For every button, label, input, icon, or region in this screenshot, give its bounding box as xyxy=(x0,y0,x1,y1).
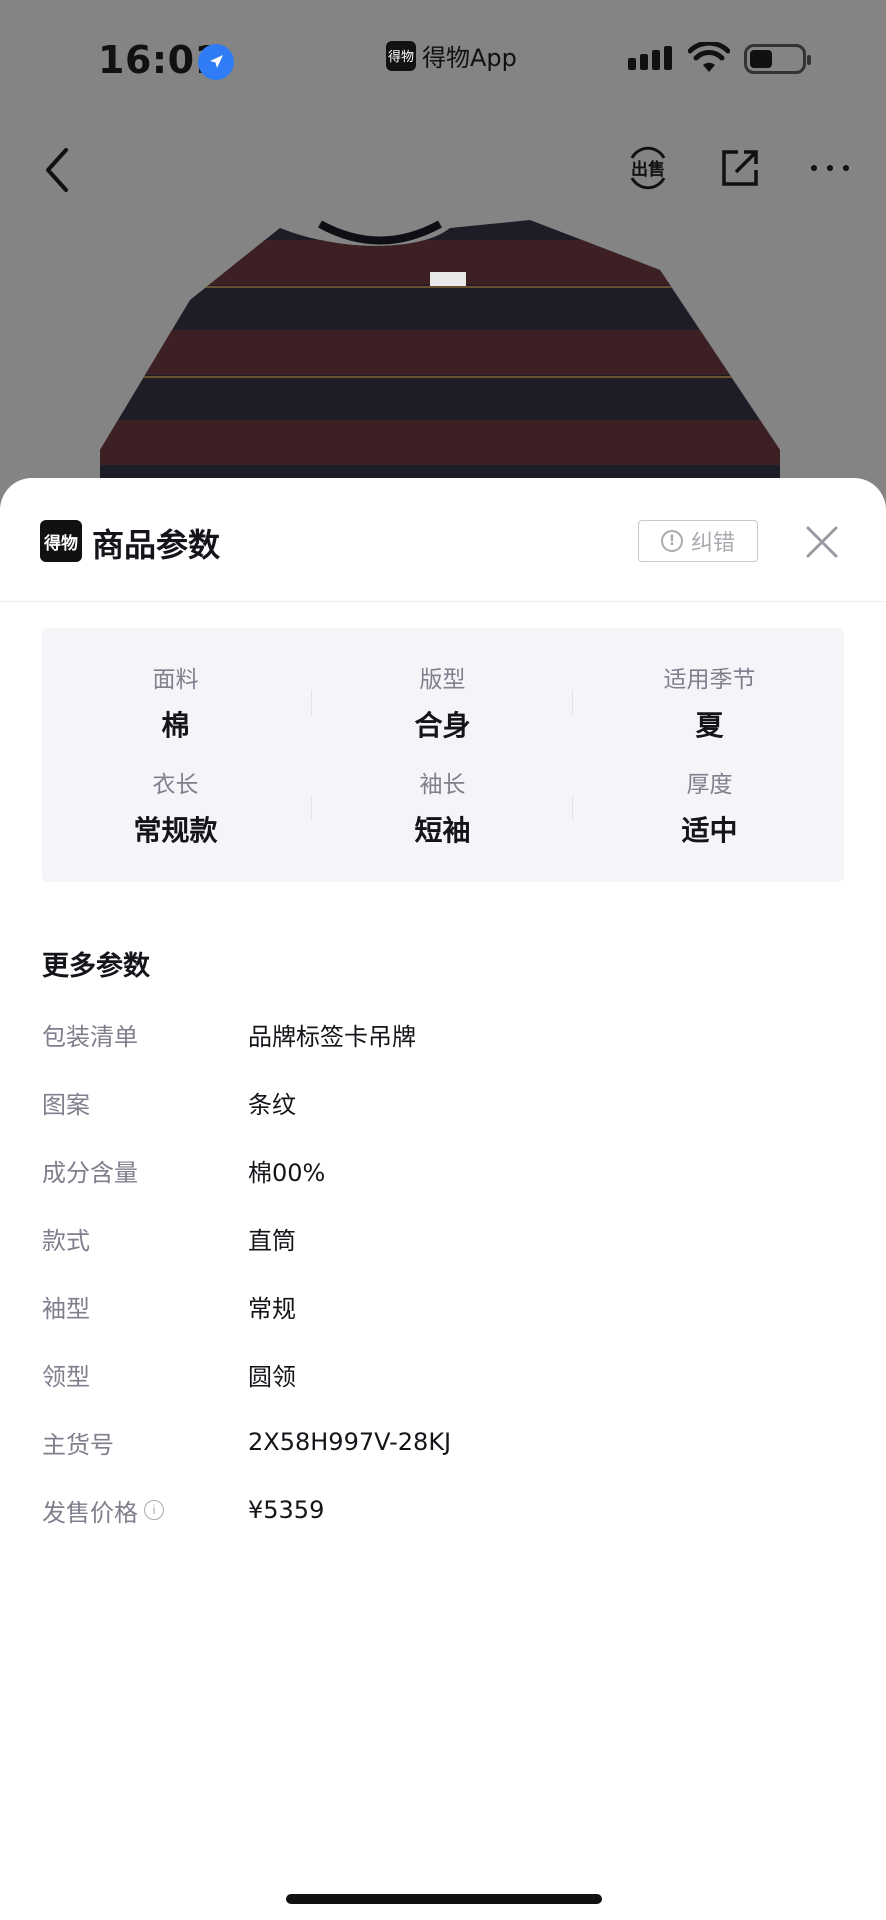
product-image xyxy=(100,220,780,490)
close-icon[interactable] xyxy=(804,524,840,560)
status-bar: 16:01 得物 得物App xyxy=(0,0,886,120)
app-logo-icon: 得物 xyxy=(386,40,416,71)
spec-row: 领型 圆领 xyxy=(42,1354,842,1394)
info-icon[interactable]: i xyxy=(144,1500,164,1520)
app-name: 得物App xyxy=(422,44,517,72)
sheet-header: 得物 商品参数 ! 纠错 xyxy=(0,478,886,602)
param-label: 衣长 xyxy=(152,772,199,798)
spec-row: 图案 条纹 xyxy=(42,1082,842,1122)
spec-key: 主货号 xyxy=(42,1430,114,1459)
signal-icon xyxy=(628,46,672,70)
param-value: 棉 xyxy=(161,709,190,742)
param-value: 短袖 xyxy=(414,814,471,847)
spec-key: 袖型 xyxy=(42,1294,90,1323)
param-item: 袖长 短袖 xyxy=(309,765,576,849)
param-value: 常规款 xyxy=(133,814,218,847)
report-error-label: 纠错 xyxy=(690,531,735,556)
location-arrow-icon xyxy=(198,44,234,80)
more-params-title: 更多参数 xyxy=(42,951,150,982)
param-label: 厚度 xyxy=(686,772,733,798)
spec-key: 图案 xyxy=(42,1090,90,1119)
brand-logo-icon: 得物 xyxy=(40,520,82,562)
product-params-sheet: 得物 商品参数 ! 纠错 面料 棉 版型 合身 适用季节 夏 衣长 常规款 袖长… xyxy=(0,478,886,1920)
more-icon[interactable] xyxy=(806,144,854,192)
spec-row: 款式 直筒 xyxy=(42,1218,842,1258)
param-value: 合身 xyxy=(414,709,471,742)
param-label: 面料 xyxy=(152,667,199,693)
spec-row: 成分含量 棉00% xyxy=(42,1150,842,1190)
param-label: 版型 xyxy=(419,667,466,693)
sell-label: 出售 xyxy=(631,159,665,180)
param-label: 袖长 xyxy=(419,772,466,798)
wifi-icon xyxy=(688,42,730,72)
spec-key-with-info: 发售价格 i xyxy=(42,1493,248,1528)
sell-icon: 出售 xyxy=(630,146,666,190)
spec-value: 条纹 xyxy=(248,1090,296,1119)
spec-row: 袖型 常规 xyxy=(42,1286,842,1326)
product-nav-bar: 出售 xyxy=(0,130,886,210)
share-icon[interactable] xyxy=(716,144,764,192)
param-item: 版型 合身 xyxy=(309,660,576,744)
spec-key: 包装清单 xyxy=(42,1022,138,1051)
param-divider xyxy=(572,690,573,716)
sell-button[interactable]: 出售 xyxy=(624,144,672,196)
spec-value: 棉00% xyxy=(248,1158,326,1187)
spec-value: 常规 xyxy=(248,1294,296,1323)
param-item: 适用季节 夏 xyxy=(576,660,843,744)
sheet-title: 商品参数 xyxy=(92,526,221,564)
app-indicator: 得物 得物App xyxy=(386,38,517,73)
battery-icon xyxy=(744,44,811,74)
spec-key: 领型 xyxy=(42,1362,90,1391)
param-item: 面料 棉 xyxy=(42,660,309,744)
spec-value: 品牌标签卡吊牌 xyxy=(248,1022,416,1051)
spec-key: 款式 xyxy=(42,1226,90,1255)
spec-key-label: 发售价格 xyxy=(42,1498,138,1527)
spec-row: 发售价格 i ¥5359 xyxy=(42,1490,842,1530)
param-label: 适用季节 xyxy=(663,667,756,693)
spec-key: 成分含量 xyxy=(42,1158,138,1187)
param-value: 适中 xyxy=(681,814,738,847)
spec-row: 主货号 2X58H997V-28KJ xyxy=(42,1422,842,1462)
spec-value: ¥5359 xyxy=(248,1496,325,1524)
key-params-panel: 面料 棉 版型 合身 适用季节 夏 衣长 常规款 袖长 短袖 厚度 适中 xyxy=(42,628,844,882)
param-divider xyxy=(572,795,573,821)
spec-value: 直筒 xyxy=(248,1226,296,1255)
back-arrow-icon[interactable] xyxy=(40,144,76,196)
spec-row: 包装清单 品牌标签卡吊牌 xyxy=(42,1014,842,1054)
spec-value: 2X58H997V-28KJ xyxy=(248,1428,452,1456)
param-value: 夏 xyxy=(695,709,724,742)
param-item: 厚度 适中 xyxy=(576,765,843,849)
report-error-button[interactable]: ! 纠错 xyxy=(638,520,758,562)
alert-icon: ! xyxy=(660,530,683,552)
home-indicator[interactable] xyxy=(286,1894,602,1904)
param-item: 衣长 常规款 xyxy=(42,765,309,849)
spec-value: 圆领 xyxy=(248,1362,296,1391)
